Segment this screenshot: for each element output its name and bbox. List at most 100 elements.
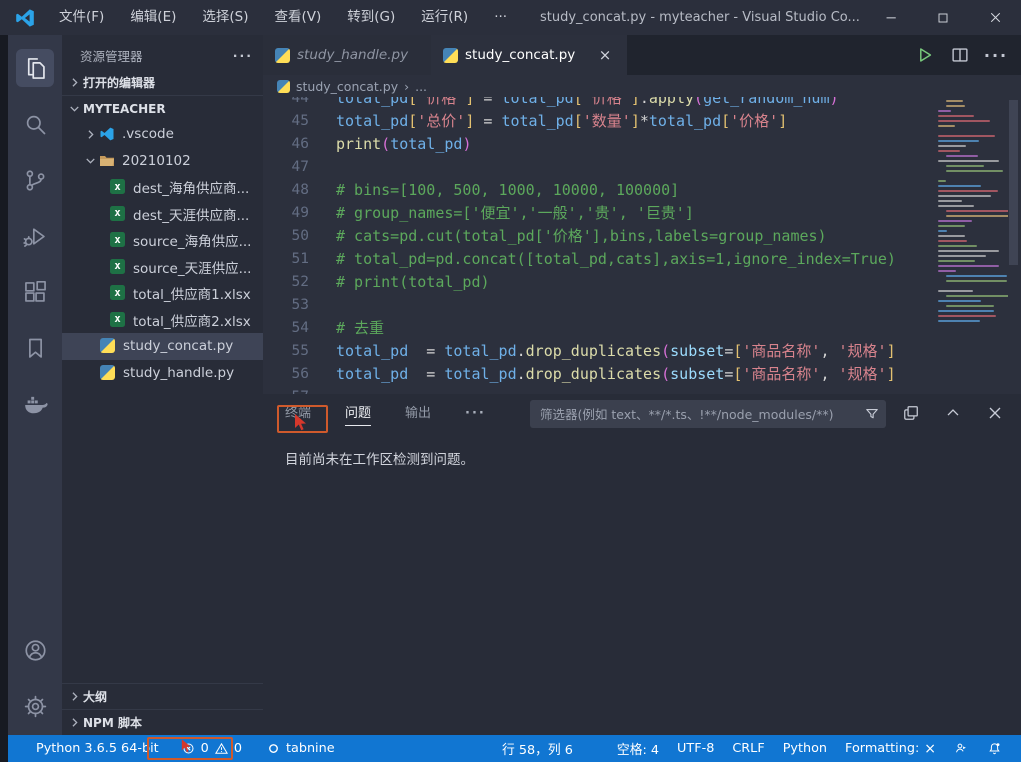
- left-edge-strip: [0, 35, 8, 762]
- code-token: '价格': [730, 110, 778, 131]
- python-interpreter-status[interactable]: Python 3.6.5 64-bit: [28, 735, 167, 762]
- menu-selection[interactable]: 选择(S): [189, 0, 261, 35]
- problems-status[interactable]: 0 0: [173, 735, 250, 762]
- tab-study-handle[interactable]: study_handle.py: [263, 35, 431, 75]
- cursor-position-status[interactable]: 行 58，列 6: [493, 735, 582, 762]
- tree-item[interactable]: xtotal_供应商2.xlsx: [62, 307, 263, 334]
- line-number: 56: [263, 366, 309, 382]
- panel-tab-problems[interactable]: 问题: [345, 394, 371, 434]
- editor-scrollbar[interactable]: [1009, 100, 1018, 265]
- notifications-bell-icon[interactable]: [978, 735, 1011, 762]
- section-npm-scripts[interactable]: NPM 脚本: [62, 709, 263, 735]
- tree-item-label: dest_海角供应商...: [133, 177, 249, 197]
- source-control-icon[interactable]: [12, 157, 58, 203]
- settings-gear-icon[interactable]: [12, 683, 58, 729]
- tabnine-status[interactable]: tabnine: [258, 735, 343, 762]
- code-token: ]: [465, 112, 474, 130]
- run-debug-icon[interactable]: [12, 213, 58, 259]
- menu-goto[interactable]: 转到(G): [334, 0, 408, 35]
- panel-more-tabs-icon[interactable]: ···: [465, 394, 486, 434]
- tree-item[interactable]: xsource_海角供应...: [62, 227, 263, 254]
- files-icon[interactable]: [12, 45, 58, 91]
- section-open-editors[interactable]: 打开的编辑器: [62, 69, 263, 95]
- tree-item[interactable]: xdest_海角供应商...: [62, 174, 263, 201]
- maximize-button[interactable]: [917, 0, 969, 35]
- tab-study-concat[interactable]: study_concat.py ×: [431, 35, 627, 75]
- line-number: 54: [263, 320, 309, 336]
- docker-icon[interactable]: [12, 381, 58, 427]
- panel-tab-output[interactable]: 输出: [405, 394, 431, 434]
- breadcrumb-separator-icon: ›: [404, 79, 409, 94]
- panel-tab-terminal[interactable]: 终端: [285, 394, 311, 434]
- minimap-line: [946, 105, 965, 107]
- formatting-status[interactable]: Formatting: ×: [836, 735, 945, 762]
- breadcrumb[interactable]: study_concat.py › ...: [263, 75, 1021, 97]
- code-token: print: [336, 135, 381, 153]
- tree-item[interactable]: 20210102: [62, 148, 263, 175]
- code-token: '规格': [839, 340, 887, 361]
- minimap-line: [938, 110, 951, 112]
- tree-item-label: total_供应商1.xlsx: [133, 283, 251, 303]
- code-token: total_pd: [649, 112, 721, 130]
- run-button[interactable]: [909, 40, 939, 70]
- encoding-status[interactable]: UTF-8: [668, 735, 723, 762]
- status-left-strip: [0, 735, 8, 762]
- eol-status[interactable]: CRLF: [723, 735, 773, 762]
- breadcrumb-file[interactable]: study_concat.py: [296, 79, 398, 94]
- minimap-line: [938, 340, 1008, 342]
- minimap-line: [938, 130, 1008, 132]
- minimap-line: [938, 350, 1008, 352]
- vscode-window: 文件(F) 编辑(E) 选择(S) 查看(V) 转到(G) 运行(R) ··· …: [0, 0, 1021, 762]
- tree-item[interactable]: study_concat.py: [62, 333, 263, 360]
- minimap-line: [946, 275, 1007, 277]
- indentation-status[interactable]: 空格: 4: [608, 735, 668, 762]
- minimap-line: [946, 295, 1008, 297]
- code-token: (: [661, 365, 670, 383]
- breadcrumb-ellipsis[interactable]: ...: [415, 79, 427, 94]
- account-icon[interactable]: [12, 627, 58, 673]
- menu-file[interactable]: 文件(F): [46, 0, 117, 35]
- minimap[interactable]: [935, 97, 1008, 390]
- menu-run[interactable]: 运行(R): [408, 0, 481, 35]
- panel-close-icon[interactable]: [981, 399, 1009, 427]
- problems-filter[interactable]: [530, 400, 886, 428]
- filter-funnel-icon[interactable]: [858, 402, 886, 426]
- code-token: total_pd: [336, 342, 408, 360]
- split-editor-icon[interactable]: [945, 40, 975, 70]
- line-number: 49: [263, 205, 309, 221]
- close-button[interactable]: [969, 0, 1021, 35]
- more-actions-icon[interactable]: ···: [981, 40, 1011, 70]
- menu-view[interactable]: 查看(V): [262, 0, 335, 35]
- tree-item[interactable]: xdest_天涯供应商...: [62, 201, 263, 228]
- sidebar-more-actions[interactable]: ···: [233, 48, 253, 63]
- bookmarks-icon[interactable]: [12, 325, 58, 371]
- code-token: # total_pd=pd.concat([total_pd,cats],axi…: [336, 250, 896, 268]
- code-token: # bins=[100, 500, 1000, 10000, 100000]: [336, 181, 679, 199]
- code-token: =: [474, 112, 501, 130]
- code-token: total_pd: [336, 97, 408, 107]
- language-status[interactable]: Python: [774, 735, 836, 762]
- minimap-line: [938, 190, 998, 192]
- minimize-button[interactable]: [865, 0, 917, 35]
- panel-view-mode-icon[interactable]: [897, 399, 925, 427]
- minimap-line: [938, 310, 994, 312]
- tree-item[interactable]: study_handle.py: [62, 360, 263, 387]
- code-editor[interactable]: 44total_pd['价格'] = total_pd['价格'].apply(…: [263, 97, 935, 394]
- feedback-icon[interactable]: [945, 735, 978, 762]
- search-icon[interactable]: [12, 101, 58, 147]
- menu-edit[interactable]: 编辑(E): [117, 0, 189, 35]
- code-token: ): [830, 97, 839, 107]
- code-token: total_pd: [444, 342, 516, 360]
- code-token: ]: [631, 112, 640, 130]
- tree-item[interactable]: .vscode: [62, 121, 263, 148]
- minimap-line: [938, 290, 973, 292]
- tab-close-icon[interactable]: ×: [595, 46, 615, 64]
- extensions-icon[interactable]: [12, 269, 58, 315]
- tree-item[interactable]: xsource_天涯供应...: [62, 254, 263, 281]
- filter-input[interactable]: [530, 407, 858, 422]
- menu-more[interactable]: ···: [481, 0, 520, 35]
- tree-item[interactable]: xtotal_供应商1.xlsx: [62, 280, 263, 307]
- panel-maximize-icon[interactable]: [939, 399, 967, 427]
- section-root-folder[interactable]: MYTEACHER: [62, 95, 263, 121]
- section-outline[interactable]: 大纲: [62, 683, 263, 709]
